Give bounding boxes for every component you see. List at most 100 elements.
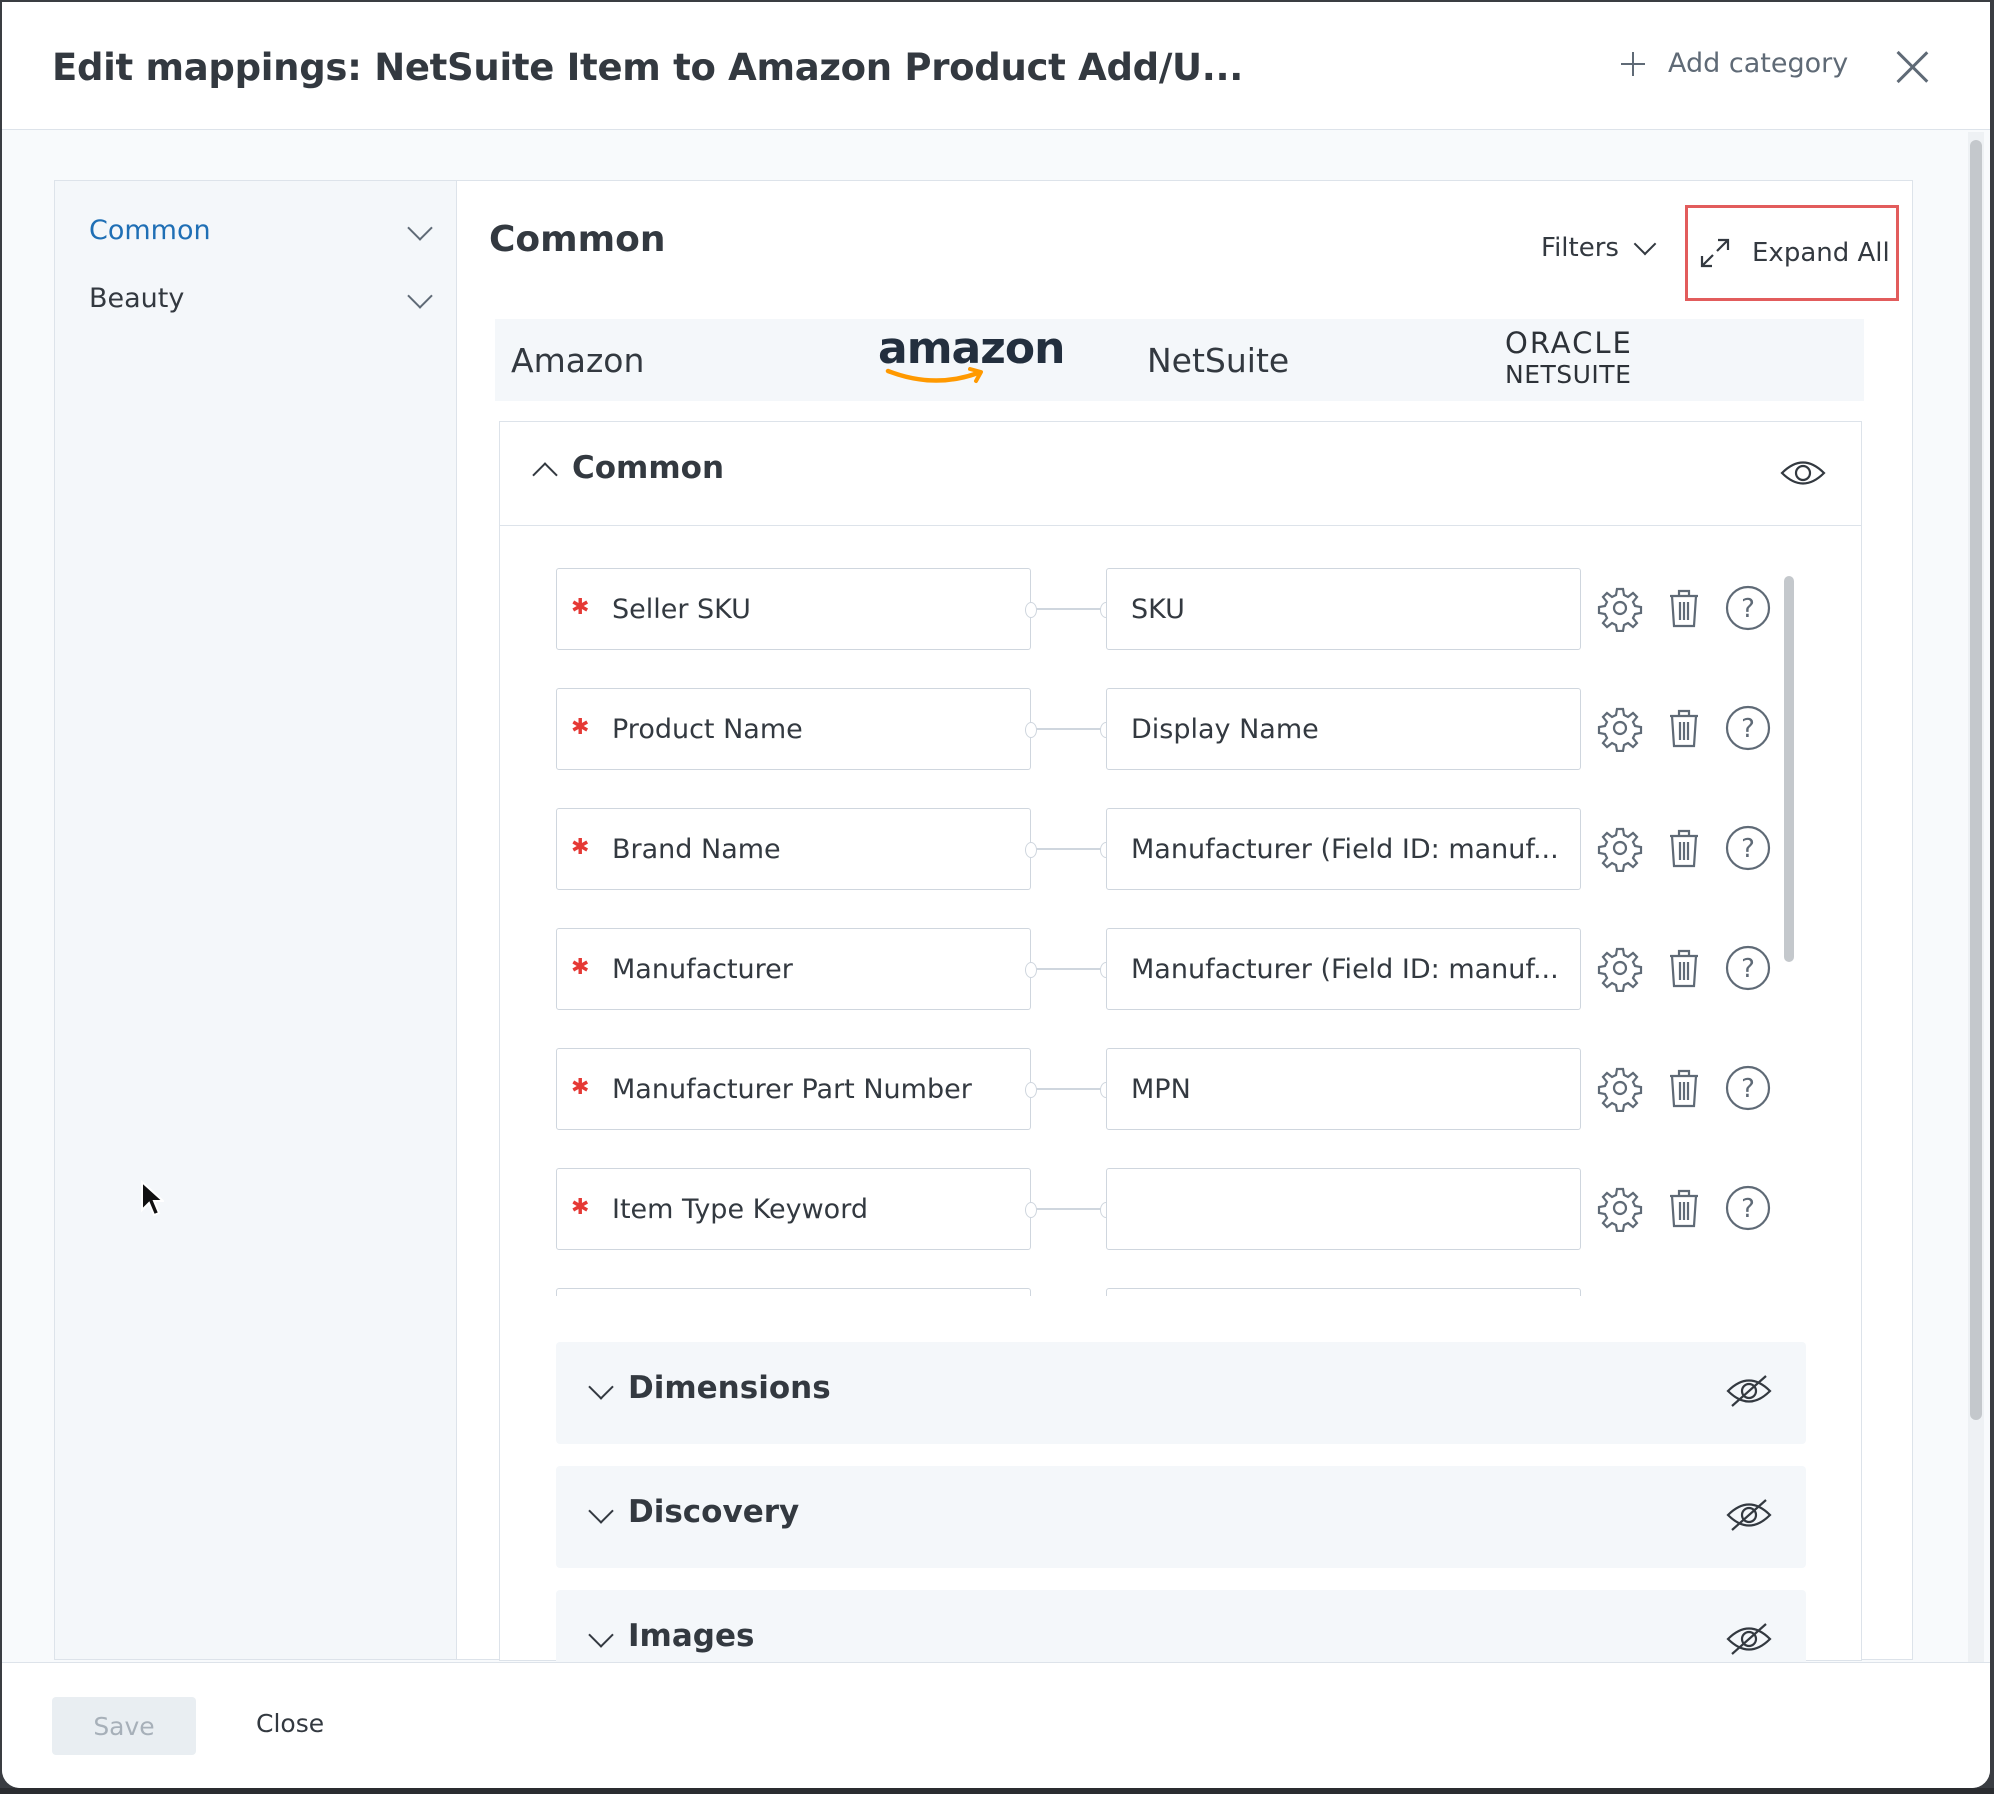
destination-field[interactable]: Manufacturer (Field ID: manuf... — [1106, 928, 1581, 1010]
mapping-connector — [1025, 722, 1112, 738]
apps-header-bar: Amazon amazon NetSuite ORACLE NETSUITE — [495, 319, 1864, 401]
help-icon[interactable]: ? — [1724, 704, 1772, 752]
help-icon[interactable]: ? — [1724, 584, 1772, 632]
required-icon: ✱ — [571, 835, 590, 860]
subsection-discovery[interactable]: Discovery — [556, 1466, 1806, 1568]
mapping-row: ✱ Manufacturer Manufacturer (Field ID: man… — [556, 928, 1786, 1010]
subsection-label: Images — [628, 1618, 755, 1654]
subsection-label: Dimensions — [628, 1370, 831, 1406]
panel-title: Common — [489, 219, 666, 260]
subsection-label: Discovery — [628, 1494, 800, 1530]
mappings-panel: Common Filters Expand All Amazon amazon … — [456, 180, 1913, 1692]
dialog-scrollbar-thumb[interactable] — [1970, 140, 1982, 1420]
help-icon[interactable]: ? — [1724, 1184, 1772, 1232]
source-field[interactable]: ✱ Brand Name — [556, 808, 1031, 890]
svg-text:?: ? — [1741, 594, 1755, 624]
destination-field[interactable]: Manufacturer (Field ID: manuf... — [1106, 808, 1581, 890]
source-field-label: Brand Name — [612, 833, 781, 865]
destination-field[interactable] — [1106, 1288, 1581, 1296]
mapping-rows: ✱ Seller SKU SKU? ✱ Product Name Display Name… — [500, 526, 1800, 1296]
help-icon[interactable]: ? — [1724, 1064, 1772, 1112]
svg-text:?: ? — [1741, 1194, 1755, 1224]
chevron-down-icon — [588, 1622, 614, 1648]
gear-icon[interactable] — [1596, 1064, 1644, 1113]
category-sidebar: Common Beauty — [54, 180, 456, 1660]
destination-field-label: Manufacturer (Field ID: manuf... — [1131, 953, 1559, 985]
dest-app-name: NetSuite — [1147, 341, 1290, 380]
filters-label: Filters — [1541, 233, 1619, 263]
svg-text:?: ? — [1741, 714, 1755, 744]
source-field[interactable]: ✱ Manufacturer — [556, 928, 1031, 1010]
common-section: Common ✱ Seller SKU SKU? ✱ Product Name Displ… — [499, 421, 1862, 1692]
source-field-label: Manufacturer — [612, 953, 793, 985]
source-field[interactable]: ✱ Seller SKU — [556, 568, 1031, 650]
gear-icon[interactable] — [1596, 584, 1644, 633]
source-field-label: Manufacturer Part Number — [612, 1073, 972, 1105]
eye-off-icon[interactable] — [1726, 1498, 1772, 1532]
mapping-row: ✱ Brand Name Manufacturer (Field ID: manuf… — [556, 808, 1786, 890]
add-category-label: Add category — [1668, 48, 1849, 79]
required-icon: ✱ — [571, 595, 590, 620]
eye-off-icon[interactable] — [1726, 1622, 1772, 1656]
gear-icon[interactable] — [1596, 944, 1644, 993]
eye-off-icon[interactable] — [1726, 1374, 1772, 1408]
sidebar-item-common[interactable]: Common — [89, 215, 433, 246]
trash-icon[interactable] — [1660, 1184, 1708, 1232]
svg-text:?: ? — [1741, 1074, 1755, 1104]
sidebar-item-beauty[interactable]: Beauty — [89, 283, 433, 314]
save-button[interactable]: Save — [52, 1697, 196, 1755]
destination-field-label: MPN — [1131, 1073, 1191, 1105]
source-field[interactable]: ✱ Product Name — [556, 688, 1031, 770]
gear-icon[interactable] — [1596, 704, 1644, 753]
chevron-down-icon — [407, 283, 433, 309]
destination-field[interactable]: Display Name — [1106, 688, 1581, 770]
gear-icon[interactable] — [1596, 1184, 1644, 1233]
mapping-row: ✱ Manufacturer Part Number MPN? — [556, 1048, 1786, 1130]
section-header: Common — [500, 422, 1861, 526]
chevron-down-icon — [1633, 232, 1657, 256]
destination-field[interactable]: MPN — [1106, 1048, 1581, 1130]
subsection-dimensions[interactable]: Dimensions — [556, 1342, 1806, 1444]
help-icon[interactable]: ? — [1724, 824, 1772, 872]
trash-icon[interactable] — [1660, 944, 1708, 992]
mapping-connector — [1025, 962, 1112, 978]
source-field-label: Seller SKU — [612, 593, 751, 625]
eye-icon[interactable] — [1780, 458, 1826, 488]
chevron-up-icon[interactable] — [532, 462, 558, 488]
help-icon[interactable]: ? — [1724, 944, 1772, 992]
required-icon: ✱ — [571, 1075, 590, 1100]
plus-icon — [1618, 49, 1648, 79]
dialog-header: Edit mappings: NetSuite Item to Amazon P… — [2, 2, 1990, 130]
rows-scrollbar-thumb[interactable] — [1784, 576, 1794, 962]
source-field-label: Product Name — [612, 713, 803, 745]
close-button[interactable]: Close — [256, 1709, 324, 1738]
mapping-connector — [1025, 1202, 1112, 1218]
trash-icon[interactable] — [1660, 704, 1708, 752]
trash-icon[interactable] — [1660, 824, 1708, 872]
sidebar-item-label: Beauty — [89, 283, 185, 314]
expand-all-button[interactable]: Expand All — [1685, 205, 1899, 301]
section-title: Common — [572, 450, 725, 486]
expand-all-label: Expand All — [1752, 238, 1890, 268]
mapping-row: ✱ Item Type Keyword? — [556, 1168, 1786, 1250]
source-field[interactable]: ✱ Item Type Keyword — [556, 1168, 1031, 1250]
source-field[interactable]: ✱ Manufacturer Part Number — [556, 1048, 1031, 1130]
trash-icon[interactable] — [1660, 1064, 1708, 1112]
gear-icon[interactable] — [1596, 824, 1644, 873]
source-app-name: Amazon — [511, 341, 645, 380]
add-category-button[interactable]: Add category — [1618, 48, 1848, 79]
dialog-footer: Save Close — [2, 1662, 1990, 1788]
mapping-row: ✱ Product Name Display Name? — [556, 688, 1786, 770]
destination-field[interactable]: SKU — [1106, 568, 1581, 650]
required-icon: ✱ — [571, 955, 590, 980]
mapping-row: ✱ Seller SKU SKU? — [556, 568, 1786, 650]
mapping-connector — [1025, 602, 1112, 618]
source-field-label: Item Type Keyword — [612, 1193, 868, 1225]
destination-field[interactable] — [1106, 1168, 1581, 1250]
source-field[interactable]: ✱Standard Price — [556, 1288, 1031, 1296]
destination-field-label: Display Name — [1131, 713, 1319, 745]
oracle-netsuite-logo: ORACLE NETSUITE — [1505, 326, 1633, 389]
filters-dropdown[interactable]: Filters — [1541, 232, 1657, 263]
trash-icon[interactable] — [1660, 584, 1708, 632]
close-icon[interactable] — [1895, 50, 1929, 84]
